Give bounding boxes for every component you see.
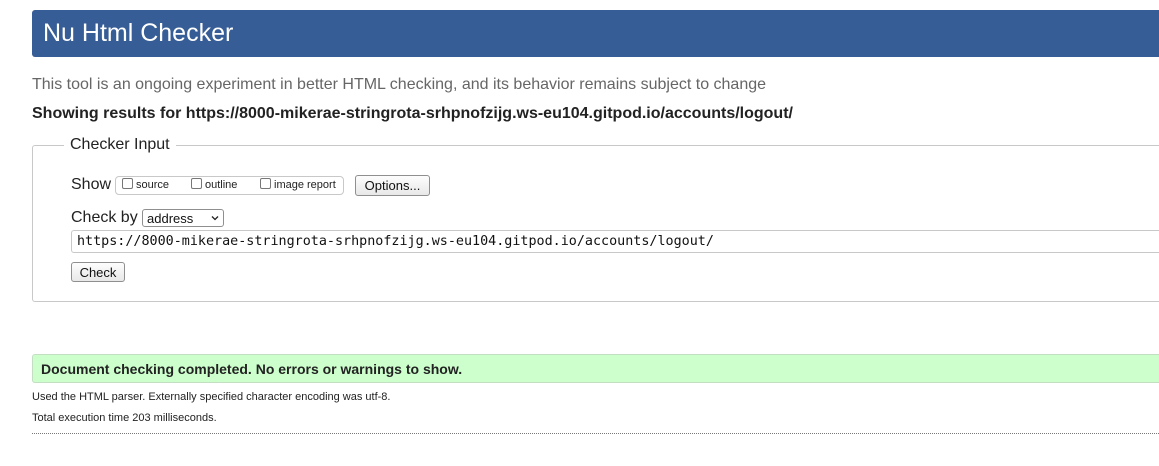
page: Nu Html Checker This tool is an ongoing … (0, 0, 1159, 466)
show-outline-option[interactable]: outline (191, 177, 238, 191)
results-heading: Showing results for https://8000-mikerae… (32, 105, 793, 122)
image-report-label: image report (274, 179, 336, 191)
show-source-option[interactable]: source (122, 177, 170, 191)
show-image-report-option[interactable]: image report (260, 177, 336, 191)
check-button[interactable]: Check (71, 262, 125, 282)
success-message: Document checking completed. No errors o… (41, 361, 463, 377)
source-checkbox[interactable] (122, 177, 133, 189)
header-bar: Nu Html Checker (32, 10, 1159, 57)
url-input[interactable]: https://8000-mikerae-stringrota-srhpnofz… (71, 230, 1159, 253)
chevron-down-icon (211, 216, 219, 221)
check-by-label: Check by (71, 209, 138, 226)
outline-checkbox[interactable] (191, 177, 202, 189)
image-report-checkbox[interactable] (260, 177, 271, 189)
show-options-group: source outline image report (115, 176, 344, 195)
checker-input-legend: Checker Input (64, 136, 176, 154)
check-by-select[interactable]: address (142, 209, 224, 227)
source-label: source (136, 179, 170, 191)
show-label: Show (71, 176, 112, 193)
page-title: Nu Html Checker (43, 19, 234, 47)
outline-label: outline (205, 179, 238, 191)
options-button[interactable]: Options... (355, 175, 430, 196)
success-message-box: Document checking completed. No errors o… (32, 354, 1159, 383)
check-by-value: address (147, 211, 194, 226)
dotted-divider (32, 433, 1159, 434)
tagline: This tool is an ongoing experiment in be… (32, 76, 767, 93)
execution-time: Total execution time 203 milliseconds. (32, 412, 217, 424)
parser-note: Used the HTML parser. Externally specifi… (32, 391, 391, 403)
